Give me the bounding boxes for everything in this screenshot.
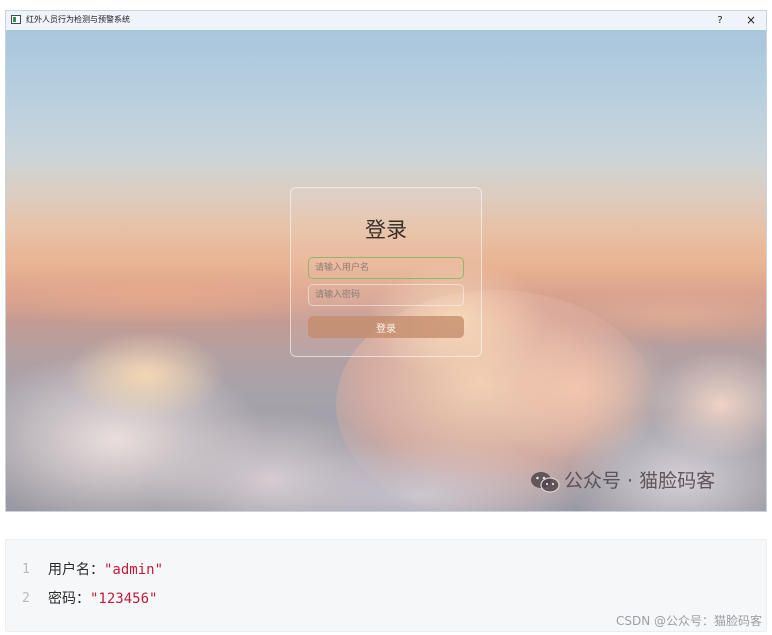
help-button[interactable]: ? bbox=[709, 12, 731, 29]
code-string: "admin" bbox=[104, 562, 164, 578]
sky-background: 登录 登录 公众号 · 猫脸码客 bbox=[6, 30, 766, 511]
csdn-watermark: CSDN @公众号：猫脸码客 bbox=[615, 614, 762, 628]
code-string: "123456" bbox=[90, 591, 158, 607]
login-button[interactable]: 登录 bbox=[308, 316, 464, 338]
wechat-icon bbox=[531, 471, 560, 493]
password-input[interactable] bbox=[308, 284, 464, 306]
title-bar[interactable]: 红外人员行为检测与预警系统 ? × bbox=[6, 11, 766, 31]
app-icon bbox=[11, 15, 21, 24]
code-key: 密码： bbox=[48, 591, 90, 607]
code-key: 用户名： bbox=[48, 562, 104, 578]
line-number: 1 bbox=[22, 562, 30, 577]
watermark: 公众号 · 猫脸码客 bbox=[530, 468, 715, 494]
line-number: 2 bbox=[22, 591, 30, 606]
code-block: 1 用户名："admin" 2 密码："123456" CSDN @公众号：猫脸… bbox=[5, 539, 767, 632]
login-card: 登录 登录 bbox=[290, 187, 482, 357]
close-button[interactable]: × bbox=[740, 12, 762, 29]
username-input[interactable] bbox=[308, 257, 464, 279]
login-window: 红外人员行为检测与预警系统 ? × 登录 登录 bbox=[5, 10, 767, 512]
login-title: 登录 bbox=[365, 218, 407, 242]
watermark-text: 公众号 · 猫脸码客 bbox=[564, 470, 716, 492]
window-title: 红外人员行为检测与预警系统 bbox=[26, 15, 130, 24]
